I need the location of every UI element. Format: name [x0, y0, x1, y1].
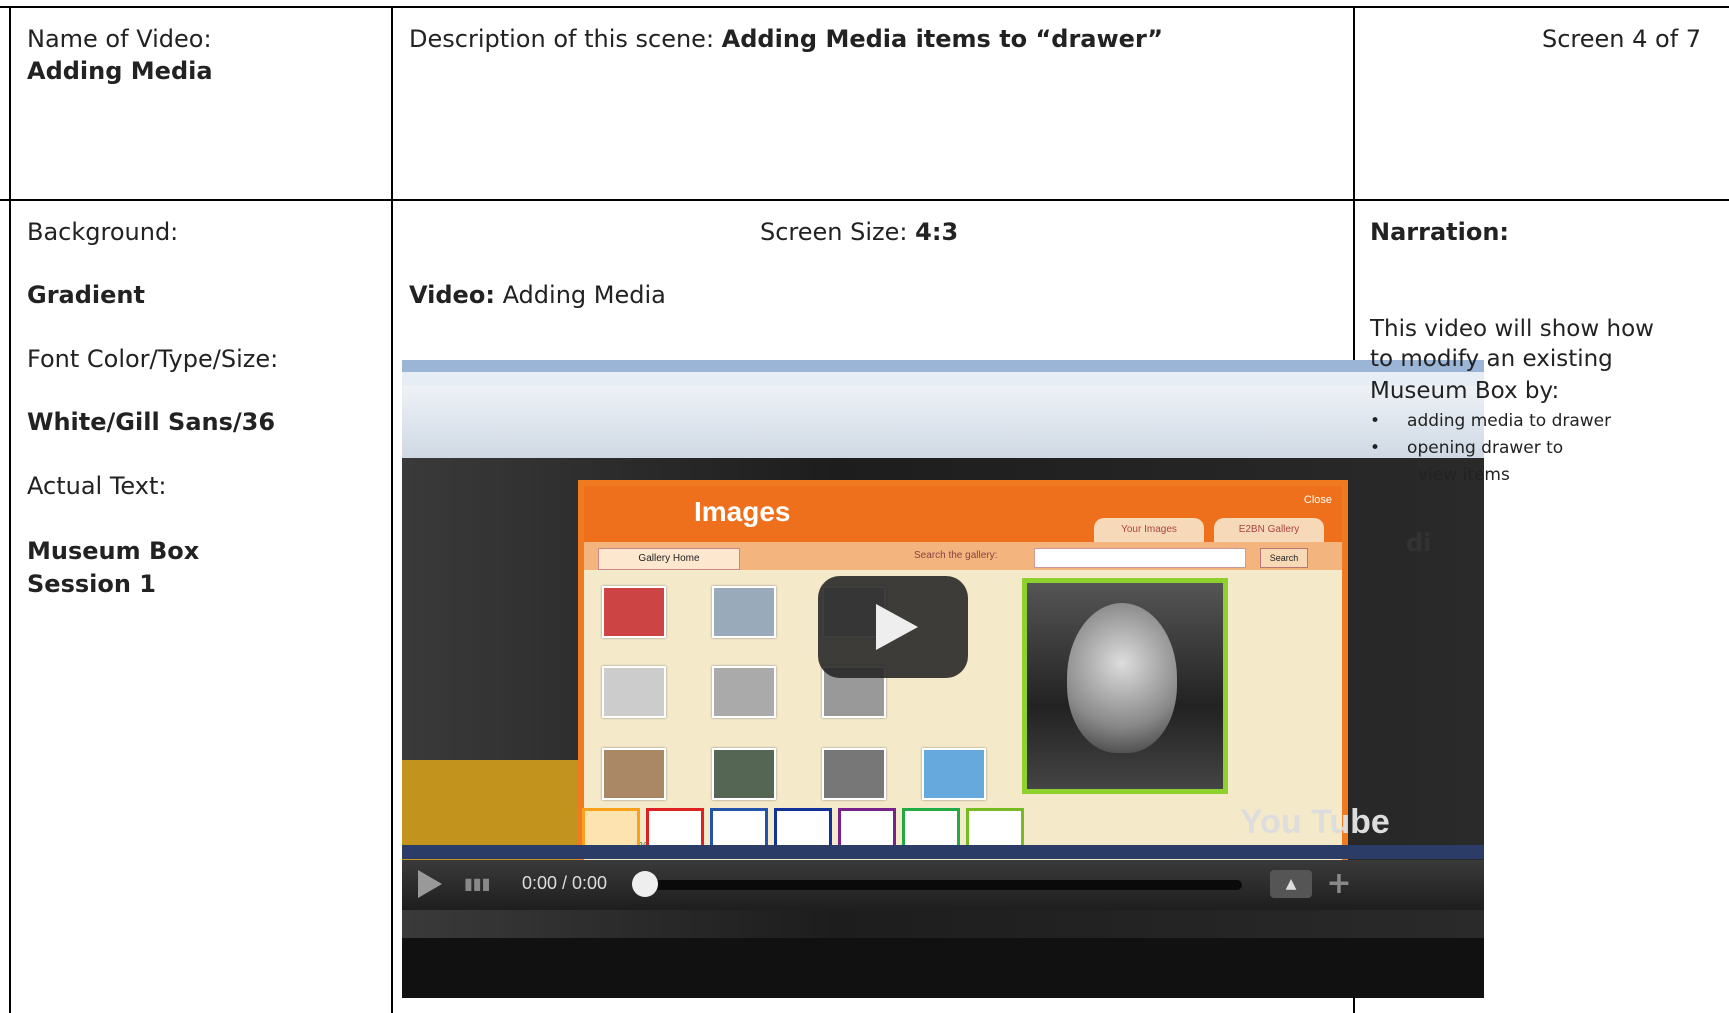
scene-description-label: Description of this scene: [409, 25, 715, 53]
screen-counter: Screen 4 of 7 [1542, 25, 1702, 53]
actual-text-line-2: Session 1 [27, 570, 156, 598]
progress-knob[interactable] [632, 871, 658, 897]
browser-title-bar [402, 360, 1484, 372]
stray-text: di [1406, 529, 1432, 557]
screen-size-value: 4:3 [915, 218, 959, 246]
time-display: 0:00 / 0:00 [522, 873, 608, 893]
video-name-value: Adding Media [27, 57, 213, 85]
search-button[interactable]: Search [1260, 548, 1308, 568]
dialog-close-button[interactable]: Close [1304, 494, 1332, 506]
row-divider [0, 199, 1729, 201]
youtube-logo: You Tube [1240, 803, 1390, 841]
video-value: Adding Media [502, 281, 666, 309]
font-value: White/Gill Sans/36 [27, 408, 276, 436]
dialog-title: Images [694, 496, 791, 527]
actual-text-label: Actual Text: [27, 472, 167, 500]
gallery-home-button[interactable]: Gallery Home [598, 548, 740, 570]
narration-bullet: • opening drawer to [1370, 438, 1564, 458]
image-preview [1022, 578, 1228, 794]
portrait-image [1067, 603, 1177, 753]
progress-track[interactable] [652, 880, 1242, 890]
video-name-label: Name of Video: [27, 25, 212, 53]
video-label: Video: [409, 281, 495, 309]
tab-gallery[interactable]: E2BN Gallery [1214, 518, 1324, 542]
bullet-text: opening drawer to [1407, 438, 1564, 458]
narration-bullet-continuation: view items [1418, 465, 1510, 485]
browser-toolbar [402, 386, 1484, 458]
narration-line-2: to modify an existing [1370, 346, 1613, 372]
play-overlay-button[interactable] [818, 576, 968, 678]
search-input[interactable] [1034, 548, 1246, 568]
player-controls: ▮▮▮ 0:00 / 0:00 ▲ + [402, 860, 1484, 910]
gallery-thumbnail[interactable] [712, 586, 776, 638]
search-label: Search the gallery: [914, 550, 998, 561]
background-value: Gradient [27, 281, 145, 309]
screen-size: Screen Size: 4:3 [760, 217, 958, 247]
volume-icon[interactable]: ▮▮▮ [464, 874, 498, 894]
narration-line-3: Museum Box by: [1370, 378, 1560, 404]
gallery-thumbnail[interactable] [602, 666, 666, 718]
play-icon [876, 604, 918, 650]
tab-your-images[interactable]: Your Images [1094, 518, 1204, 542]
scene-description-value: Adding Media items to “drawer” [721, 25, 1163, 53]
narration-bullet: • adding media to drawer [1370, 411, 1612, 431]
gallery-thumbnail[interactable] [712, 748, 776, 800]
play-control-icon[interactable] [418, 870, 442, 898]
table-top-border [0, 6, 1729, 8]
table-left-border [9, 6, 11, 1013]
scene-description: Description of this scene: Adding Media … [409, 24, 1163, 54]
narration-line-1: This video will show how [1370, 316, 1654, 342]
screen-size-label: Screen Size: [760, 218, 908, 246]
windows-taskbar [402, 845, 1484, 859]
video-player[interactable]: Images Close Your Images E2BN Gallery Ga… [402, 360, 1484, 998]
gallery-thumbnail[interactable] [712, 666, 776, 718]
expand-icon[interactable]: ▲ [1270, 870, 1312, 898]
browser-menu-bar [402, 372, 1484, 386]
bullet-text: adding media to drawer [1407, 411, 1612, 431]
gallery-thumbnail[interactable] [822, 748, 886, 800]
gallery-thumbnail[interactable] [602, 748, 666, 800]
background-label: Background: [27, 218, 179, 246]
plus-icon[interactable]: + [1322, 869, 1356, 899]
narration-label: Narration: [1370, 218, 1510, 246]
font-label: Font Color/Type/Size: [27, 345, 279, 373]
column-divider-1 [391, 6, 393, 1013]
actual-text-line-1: Museum Box [27, 537, 200, 565]
video-line: Video: Adding Media [409, 280, 666, 310]
gallery-thumbnail[interactable] [922, 748, 986, 800]
gallery-thumbnail[interactable] [602, 586, 666, 638]
